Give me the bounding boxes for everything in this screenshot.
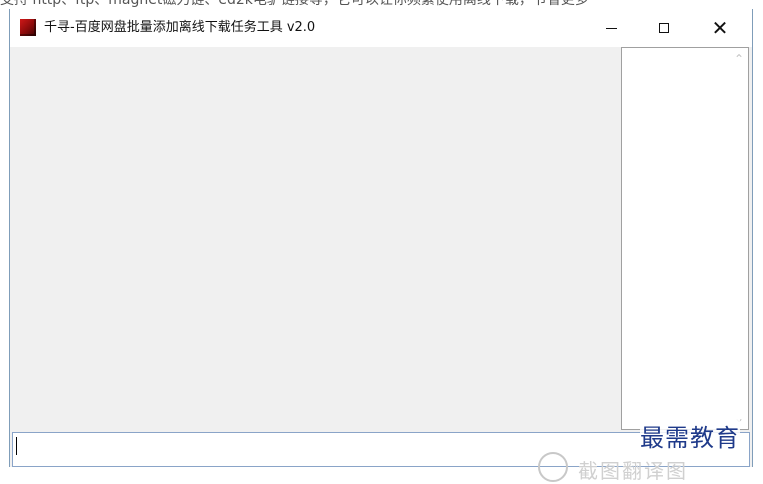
background-circle-icon [538, 452, 568, 482]
background-ghost-text: 截图翻译图 [578, 459, 688, 483]
minimize-icon [605, 27, 617, 29]
close-button[interactable]: ✕ [697, 9, 743, 47]
title-bar[interactable]: 千寻-百度网盘批量添加离线下载任务工具 v2.0 ✕ [10, 9, 752, 47]
app-icon [20, 19, 36, 36]
close-icon: ✕ [711, 16, 729, 40]
scroll-up-arrow-icon[interactable]: ⌃ [730, 50, 748, 68]
maximize-icon [659, 23, 669, 33]
watermark-text: 最需教育 [640, 418, 740, 453]
minimize-button[interactable] [588, 9, 634, 47]
background-page-text: 支持 http、ftp、magnet磁力链、ed2k电驴链接等，它可以让你频繁使… [0, 0, 589, 8]
app-window: 千寻-百度网盘批量添加离线下载任务工具 v2.0 ✕ ⌃ ⌄ [9, 9, 753, 467]
maximize-button[interactable] [641, 9, 687, 47]
window-title: 千寻-百度网盘批量添加离线下载任务工具 v2.0 [44, 20, 316, 35]
list-scrollbar[interactable]: ⌃ ⌄ [730, 48, 748, 429]
text-caret [16, 437, 17, 455]
task-list-panel[interactable]: ⌃ ⌄ [621, 47, 749, 430]
